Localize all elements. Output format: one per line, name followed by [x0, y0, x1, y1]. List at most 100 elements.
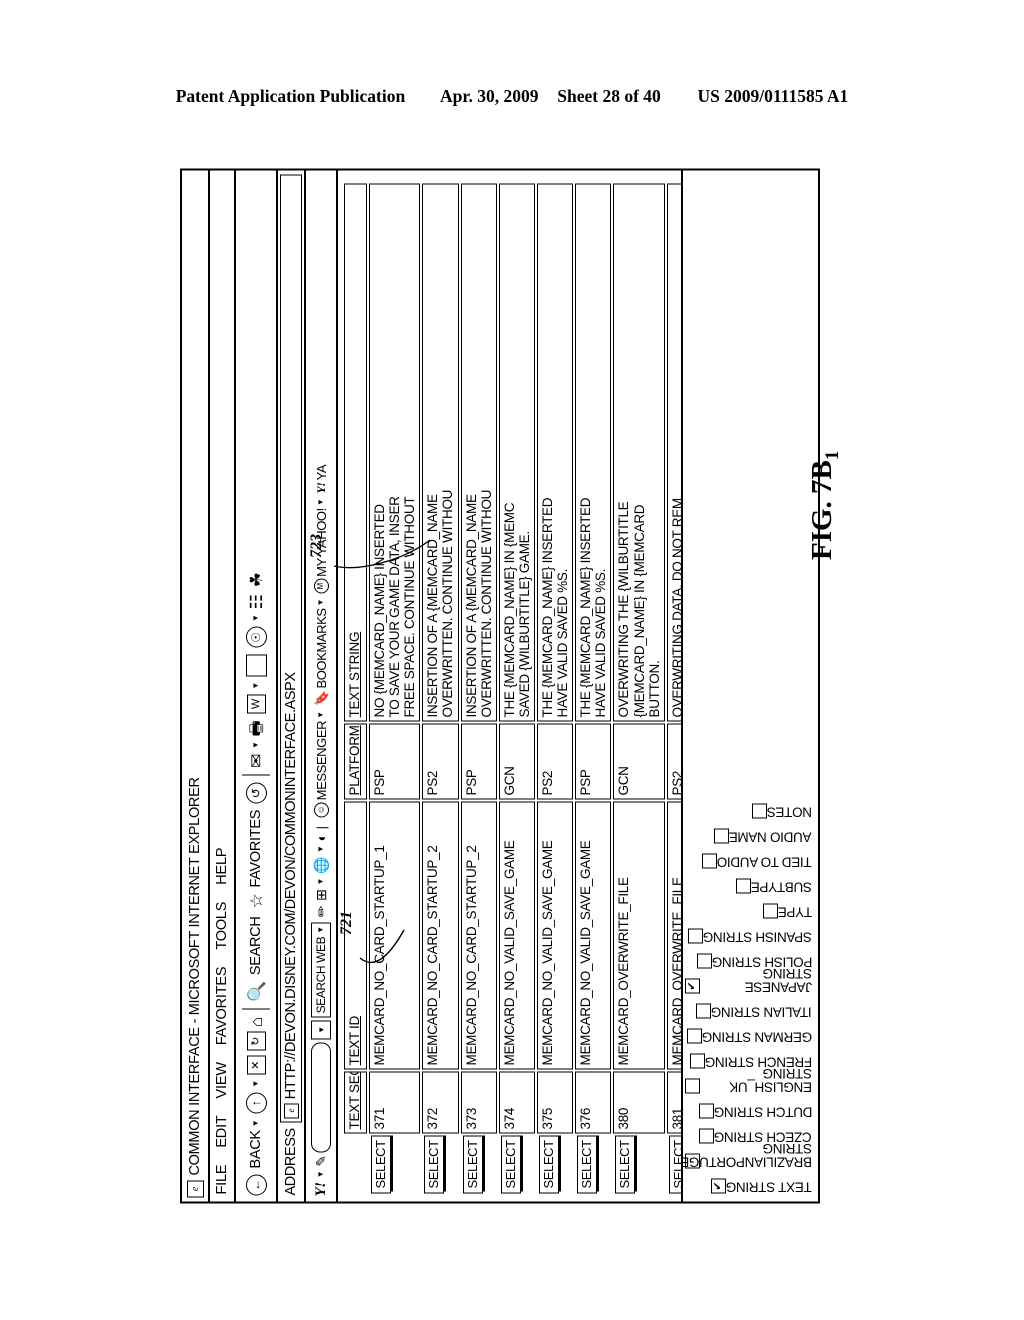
back-button[interactable]: ← BACK ▼ [245, 1119, 267, 1195]
table-header-text-id[interactable]: TEXT ID [344, 801, 367, 1069]
yahoo-overflow-button[interactable]: Y! YA [314, 464, 329, 493]
table-header-text-seq[interactable]: TEXT SEQ [344, 1071, 367, 1133]
chevron-down-icon[interactable]: ▼ [251, 1079, 260, 1087]
blank-page-icon[interactable] [245, 654, 267, 677]
cell-text-id: MEMCARD_NO_VALID_SAVE_GAME [575, 801, 612, 1069]
table-header-platform[interactable]: PLATFORM [344, 723, 367, 799]
chevron-down-icon[interactable]: ▼ [251, 681, 260, 689]
field-checkbox-item[interactable]: SUBTYPE [736, 868, 815, 894]
checkbox-icon[interactable] [714, 828, 730, 843]
cell-text-string: INSERTION OF A {MEMCARD_NAME OVERWRITTEN… [460, 183, 497, 721]
table-row: SELECT 380 MEMCARD_OVERWRITE_FILE GCN OVERWR… [613, 183, 665, 1195]
checkbox-icon[interactable] [698, 1103, 714, 1118]
menu-tools[interactable]: TOOLS [214, 901, 230, 949]
messenger-icon[interactable]: ☉ [245, 626, 267, 648]
menu-file[interactable]: FILE [214, 1164, 230, 1194]
favorites-button[interactable]: ☆ FAVORITES [247, 809, 266, 908]
bookmarks-button[interactable]: 🔖 BOOKMARKS ▼ [314, 598, 329, 706]
tabs-icon[interactable]: ⊞ [313, 889, 329, 900]
checkbox-icon[interactable] [696, 1003, 712, 1018]
field-checkbox-item[interactable]: ENGLISH_UK STRING [685, 1066, 815, 1094]
checkbox-icon[interactable] [702, 853, 718, 868]
field-checkbox-item[interactable]: TYPE [762, 893, 815, 919]
chevron-down-icon[interactable]: ▼ [316, 711, 325, 719]
checkbox-checked-icon[interactable]: ✔ [685, 978, 700, 993]
search-button[interactable]: 🔍 SEARCH [247, 916, 266, 1002]
checkbox-icon[interactable] [699, 1128, 715, 1143]
field-checkbox-label: NOTES [766, 804, 812, 819]
home-icon[interactable]: ⌂ [247, 1016, 266, 1026]
messenger-button[interactable]: ☺ MESSENGER ▼ [313, 711, 329, 817]
checkbox-icon[interactable] [696, 953, 712, 968]
chevron-down-icon[interactable]: ▼ [251, 1119, 260, 1127]
edit-w-icon[interactable]: W [246, 694, 266, 714]
select-button[interactable]: SELECT [500, 1135, 521, 1193]
field-checkbox-item[interactable]: DUTCH STRING [698, 1093, 815, 1119]
yahoo-logo-icon[interactable]: Y! [313, 1182, 330, 1196]
cell-text-seq: 372 [422, 1071, 459, 1133]
address-input[interactable]: e HTTP://DEVON.DISNEY.COM/DEVON/COMMONIN… [280, 174, 302, 1122]
checkbox-icon[interactable] [736, 878, 752, 893]
field-checkbox-item[interactable]: TEXT STRING ✔ [711, 1168, 815, 1194]
reference-numeral-721: 721 [338, 911, 355, 935]
field-checkbox-item[interactable]: POLISH STRING [696, 943, 815, 969]
select-button[interactable]: SELECT [371, 1135, 391, 1193]
navigation-toolbar: ← BACK ▼ ↑ ▼ ✕ ↻ ⌂ 🔍 SEARCH ☆ FAVORITES … [236, 170, 278, 1201]
discuss-icon[interactable]: ☷ [247, 594, 266, 609]
chevron-down-icon[interactable]: ▼ [316, 598, 325, 606]
select-button[interactable]: SELECT [668, 1135, 681, 1193]
research-icon[interactable]: ☘ [247, 572, 266, 587]
select-button[interactable]: SELECT [462, 1135, 483, 1193]
chevron-down-icon[interactable]: ▼ [251, 614, 260, 622]
field-checkbox-strip: TEXT STRING✔BRAZILIANPORTUGESE STRINGCZE… [681, 170, 818, 1201]
checkbox-icon[interactable] [751, 803, 767, 818]
table-header-text-string[interactable]: TEXT STRING [344, 183, 367, 721]
chevron-down-icon[interactable]: ▼ [316, 877, 325, 885]
pencil-icon[interactable]: ✎ [313, 1155, 329, 1166]
field-checkbox-item[interactable]: TIED TO AUDIO [702, 843, 815, 869]
mail-envelope-icon[interactable]: ✉ [247, 753, 266, 767]
chevron-down-icon[interactable]: ▼ [251, 741, 260, 749]
menu-favorites[interactable]: FAVORITES [214, 966, 230, 1045]
highlighter-icon[interactable]: ✏ [313, 905, 329, 916]
field-checkbox-item[interactable]: GERMAN STRING [686, 1018, 815, 1044]
printer-icon[interactable]: 🖶 [247, 720, 266, 736]
select-button[interactable]: SELECT [424, 1135, 445, 1193]
chevron-down-icon[interactable]: ▼ [316, 845, 325, 853]
checkbox-icon[interactable] [685, 1078, 700, 1093]
select-button[interactable]: SELECT [538, 1135, 559, 1193]
menu-edit[interactable]: EDIT [214, 1115, 230, 1147]
checkbox-icon[interactable] [688, 928, 704, 943]
menu-view[interactable]: VIEW [214, 1062, 230, 1098]
field-checkbox-item[interactable]: AUDIO NAME [714, 818, 815, 844]
chevron-down-icon[interactable]: ▼ [316, 1170, 325, 1178]
field-checkbox-item[interactable]: BRAZILIANPORTUGESE STRING [681, 1141, 815, 1170]
menu-help[interactable]: HELP [214, 847, 230, 884]
field-checkbox-item[interactable]: JAPANESE STRING ✔ [685, 966, 815, 994]
chevron-down-icon[interactable]: ▼ [311, 1019, 331, 1039]
checkbox-checked-icon[interactable]: ✔ [711, 1178, 727, 1193]
chevron-down-icon[interactable]: ▼ [316, 926, 325, 934]
globe-icon[interactable]: 🌐 [313, 856, 329, 873]
refresh-icon[interactable]: ↻ [246, 1031, 266, 1051]
field-checkbox-item[interactable]: NOTES [751, 793, 815, 819]
row-select-cell: SELECT [369, 1135, 421, 1195]
search-web-button[interactable]: SEARCH WEB ▼ [311, 921, 331, 1017]
field-checkbox-item[interactable]: CZECH STRING [699, 1118, 815, 1144]
cell-platform: GCN [613, 723, 665, 799]
forward-arrow-icon[interactable]: ↑ [245, 1092, 267, 1114]
field-checkbox-item[interactable]: ITALIAN STRING [696, 993, 815, 1019]
checkbox-icon[interactable] [762, 903, 778, 918]
field-checkbox-item[interactable]: FRENCH STRING [689, 1043, 815, 1069]
select-button[interactable]: SELECT [577, 1135, 598, 1193]
antispy-icon[interactable]: ◐ [313, 833, 329, 841]
field-checkbox-item[interactable]: SPANISH STRING [688, 918, 815, 944]
checkbox-icon[interactable] [686, 1028, 702, 1043]
chevron-down-icon[interactable]: ▼ [316, 498, 325, 506]
select-button[interactable]: SELECT [615, 1135, 636, 1193]
checkbox-icon[interactable] [689, 1053, 705, 1068]
stop-x-icon[interactable]: ✕ [246, 1055, 266, 1075]
cell-text-seq: 380 [613, 1071, 665, 1133]
history-clock-icon[interactable]: ↺ [245, 782, 267, 804]
yahoo-search-input[interactable] [311, 1041, 331, 1152]
